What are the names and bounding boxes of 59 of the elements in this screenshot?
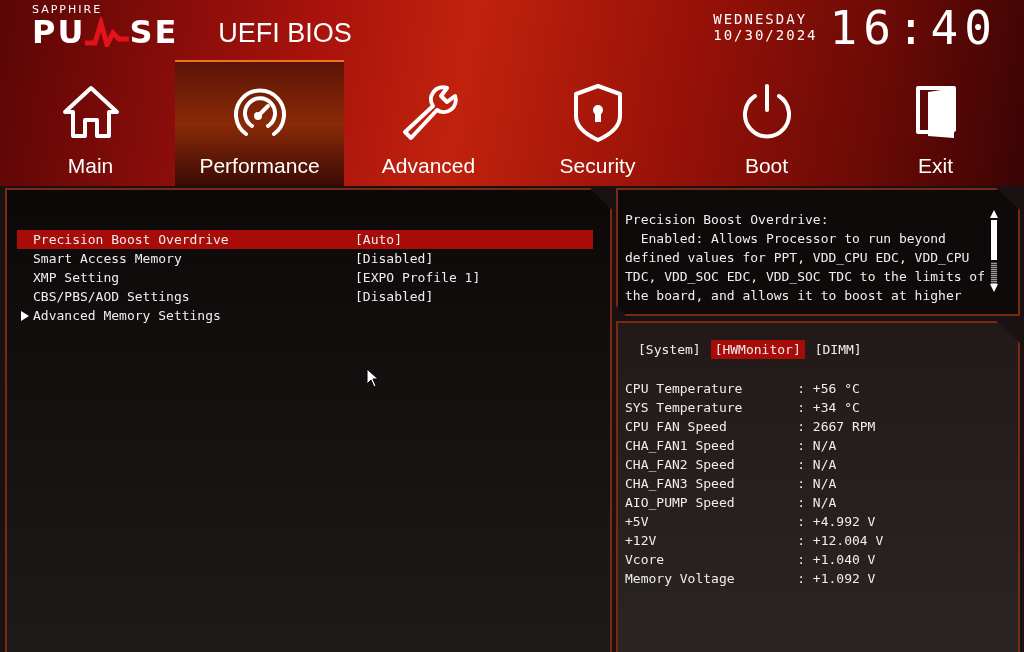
setting-label: Advanced Memory Settings <box>33 307 222 325</box>
sensor-label: +12V <box>625 532 658 550</box>
sensor-label: CPU Temperature <box>625 380 744 398</box>
setting-value: [Disabled] <box>355 250 434 268</box>
setting-value: [Auto] <box>355 231 402 249</box>
nav-tab[interactable]: Advanced <box>344 60 513 186</box>
date: 10/30/2024 <box>713 27 818 43</box>
setting-label: CBS/PBS/AOD Settings <box>33 288 191 306</box>
sensor-label: AIO_PUMP Speed <box>625 494 736 512</box>
sensor-label: Vcore <box>625 551 666 569</box>
sensor-label: Memory Voltage <box>625 570 736 588</box>
nav-tab[interactable]: Performance <box>175 60 344 186</box>
sensor-value: : +34 °C <box>797 399 860 417</box>
monitor-tab[interactable]: [DIMM] <box>810 340 866 359</box>
nav-tab[interactable]: Main <box>6 60 175 186</box>
brand-name: SAPPHIRE <box>32 4 104 16</box>
monitor-tab[interactable]: [HWMonitor] <box>710 340 805 359</box>
setting-label: Precision Boost Overdrive <box>33 231 230 249</box>
scroll-down-icon[interactable] <box>990 284 998 292</box>
setting-row[interactable]: XMP Setting [EXPO Profile 1] <box>17 268 593 287</box>
sensor-value: : +4.992 V <box>797 513 876 531</box>
nav-tab[interactable]: Exit <box>851 60 1020 186</box>
heartbeat-icon <box>85 17 130 47</box>
submenu-arrow-icon <box>21 310 29 321</box>
sensor-label: CPU FAN Speed <box>625 418 728 436</box>
logo-text: PU <box>32 16 86 48</box>
highlighted-setting-row[interactable]: Precision Boost Overdrive [Auto] <box>17 230 593 249</box>
setting-row[interactable]: CBS/PBS/AOD Settings [Disabled] <box>17 287 593 306</box>
sensor-label: +5V <box>625 513 650 531</box>
monitor-tab[interactable]: [System] <box>634 340 705 359</box>
setting-label: XMP Setting <box>33 269 121 287</box>
sensor-label: CHA_FAN2 Speed <box>625 456 736 474</box>
logo-text: SE <box>129 16 179 48</box>
nav-tab[interactable]: Security <box>513 60 682 186</box>
scroll-up-icon[interactable] <box>990 210 998 218</box>
setting-row[interactable]: Smart Access Memory [Disabled] <box>17 249 593 268</box>
clock: 16:40 <box>829 4 998 52</box>
sensor-value: : 2667 RPM <box>797 418 876 436</box>
sensor-label: CHA_FAN3 Speed <box>625 475 736 493</box>
weekday: WEDNESDAY <box>713 11 809 27</box>
sensor-value: : +1.040 V <box>797 551 876 569</box>
sensor-value: : N/A <box>797 437 837 455</box>
setting-label: Smart Access Memory <box>33 250 183 268</box>
scroll-thumb[interactable] <box>991 220 997 260</box>
sensor-value: : +1.092 V <box>797 570 876 588</box>
mouse-cursor-icon <box>366 368 378 388</box>
setting-value: [EXPO Profile 1] <box>355 269 481 287</box>
nav-tab[interactable]: Boot <box>682 60 851 186</box>
sensor-value: : N/A <box>797 494 837 512</box>
setting-row[interactable]: Advanced Memory Settings <box>17 306 593 325</box>
product-title: UEFI BIOS <box>218 18 352 49</box>
sensor-label: CHA_FAN1 Speed <box>625 437 736 455</box>
sensor-value: : N/A <box>797 456 837 474</box>
setting-value: [Disabled] <box>355 288 434 306</box>
sensor-value: : +56 °C <box>797 380 860 398</box>
sensor-value: : N/A <box>797 475 837 493</box>
sensor-value: : +12.004 V <box>797 532 884 550</box>
sensor-label: SYS Temperature <box>625 399 744 417</box>
help-text: Precision Boost Overdrive: Enabled: Allows Processor to run beyond defined values for PPT, VDD_CPU EDC, VDD_CPU TDC, VDD_SOC EDC, VDD_SOC TDC to the limits of the board, and allows it to boost at higher <box>625 211 985 305</box>
